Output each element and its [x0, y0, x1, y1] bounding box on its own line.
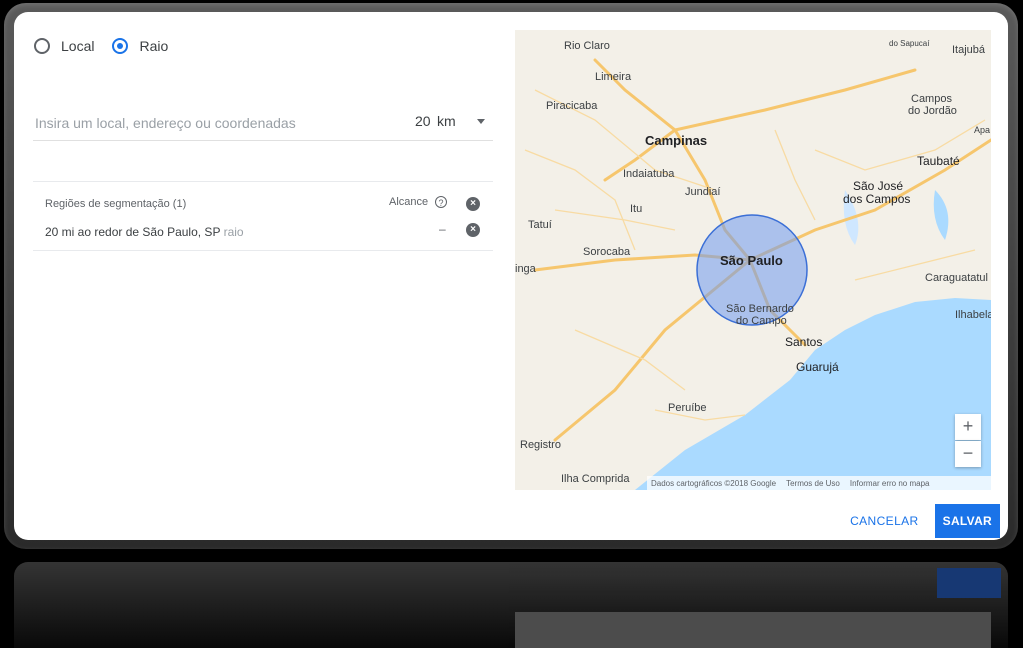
map-city-label: do Campo — [736, 315, 787, 327]
radius-unit-select[interactable]: km — [437, 113, 456, 129]
reflection-map-shape — [515, 612, 991, 648]
map-city-label: Santos — [785, 335, 823, 349]
radio-raio-label[interactable]: Raio — [139, 38, 168, 54]
map-city-label: Itu — [630, 203, 643, 215]
zoom-in-button[interactable]: + — [955, 414, 981, 440]
targeting-row: 20 mi ao redor de São Paulo, SP raio — [45, 225, 244, 239]
remove-region-icon[interactable]: × — [466, 223, 480, 237]
reach-label: Alcance — [389, 196, 429, 208]
location-search-input[interactable] — [33, 110, 397, 136]
map-city-label: Piracicaba — [546, 100, 598, 112]
targeting-row-suffix: raio — [223, 225, 244, 239]
map-city-label: Registro — [520, 439, 561, 451]
map-city-label: Rio Claro — [564, 40, 610, 52]
help-icon[interactable]: ? — [435, 196, 447, 208]
radio-raio-circle[interactable] — [112, 38, 129, 54]
map-city-label: Sorocaba — [583, 246, 631, 258]
map-city-label: Peruíbe — [668, 402, 707, 414]
map-city-label: do Sapucaí — [889, 39, 930, 48]
zoom-out-button[interactable]: − — [955, 441, 981, 467]
map-city-label: Ilhabela — [955, 309, 991, 321]
map-city-label: Taubaté — [917, 154, 960, 168]
location-dialog: Local Raio 20 km Regiões de segmentação … — [14, 12, 1008, 540]
targeting-regions-panel: Regiões de segmentação (1) Alcance ? × 2… — [33, 181, 493, 251]
map-city-label: Jundiaí — [685, 186, 721, 198]
map-city-label: Caraguatatul — [925, 272, 988, 284]
map-city-label: inga — [515, 263, 536, 275]
map-city-label: Tatuí — [528, 219, 552, 231]
map-city-label: Itajubá — [952, 44, 986, 56]
map-view[interactable]: Rio Claro Limeira Piracicaba Campinas In… — [515, 30, 991, 490]
map-city-label: Campinas — [645, 133, 708, 148]
map-city-label: Campos — [911, 93, 952, 105]
remove-all-icon[interactable]: × — [466, 197, 480, 211]
map-footer: Dados cartográficos ©2018 Google Termos … — [647, 476, 991, 490]
save-button[interactable]: SALVAR — [934, 504, 1000, 538]
map-city-label: dos Campos — [843, 192, 911, 206]
map-city-label: do Jordão — [908, 105, 957, 117]
radio-local-label[interactable]: Local — [61, 38, 94, 54]
window-reflection — [14, 562, 1008, 648]
report-error-link[interactable]: Informar erro no mapa — [850, 479, 930, 488]
radio-local[interactable]: Local — [34, 38, 94, 54]
targeting-row-text: 20 mi ao redor de São Paulo, SP — [45, 225, 221, 239]
map-city-label: São Bernardo — [726, 303, 794, 315]
map-attribution: Dados cartográficos ©2018 Google — [651, 478, 777, 488]
chevron-down-icon[interactable] — [477, 119, 485, 124]
targeting-header: Regiões de segmentação (1) — [45, 198, 187, 210]
radio-local-circle[interactable] — [34, 38, 50, 54]
cancel-button[interactable]: CANCELAR — [840, 506, 929, 536]
map-city-label: São José — [853, 179, 904, 193]
dialog-actions: CANCELAR SALVAR — [840, 504, 1000, 538]
map-city-label: Limeira — [595, 71, 632, 83]
map-city-label: Indaiatuba — [623, 168, 675, 180]
reflection-save-shape — [937, 568, 1001, 598]
map-city-label: Ilha Comprida — [561, 473, 630, 485]
terms-link[interactable]: Termos de Uso — [786, 479, 840, 488]
targeting-row-reach: – — [439, 222, 446, 236]
radio-raio[interactable]: Raio — [112, 38, 168, 54]
location-search-row: 20 km — [33, 110, 493, 141]
map-city-label: Apa — [974, 125, 991, 135]
map-city-label: São Paulo — [720, 253, 783, 268]
map-city-label: Guarujá — [796, 360, 839, 374]
radius-value[interactable]: 20 — [415, 113, 431, 129]
location-type-radio-group: Local Raio — [34, 38, 186, 54]
